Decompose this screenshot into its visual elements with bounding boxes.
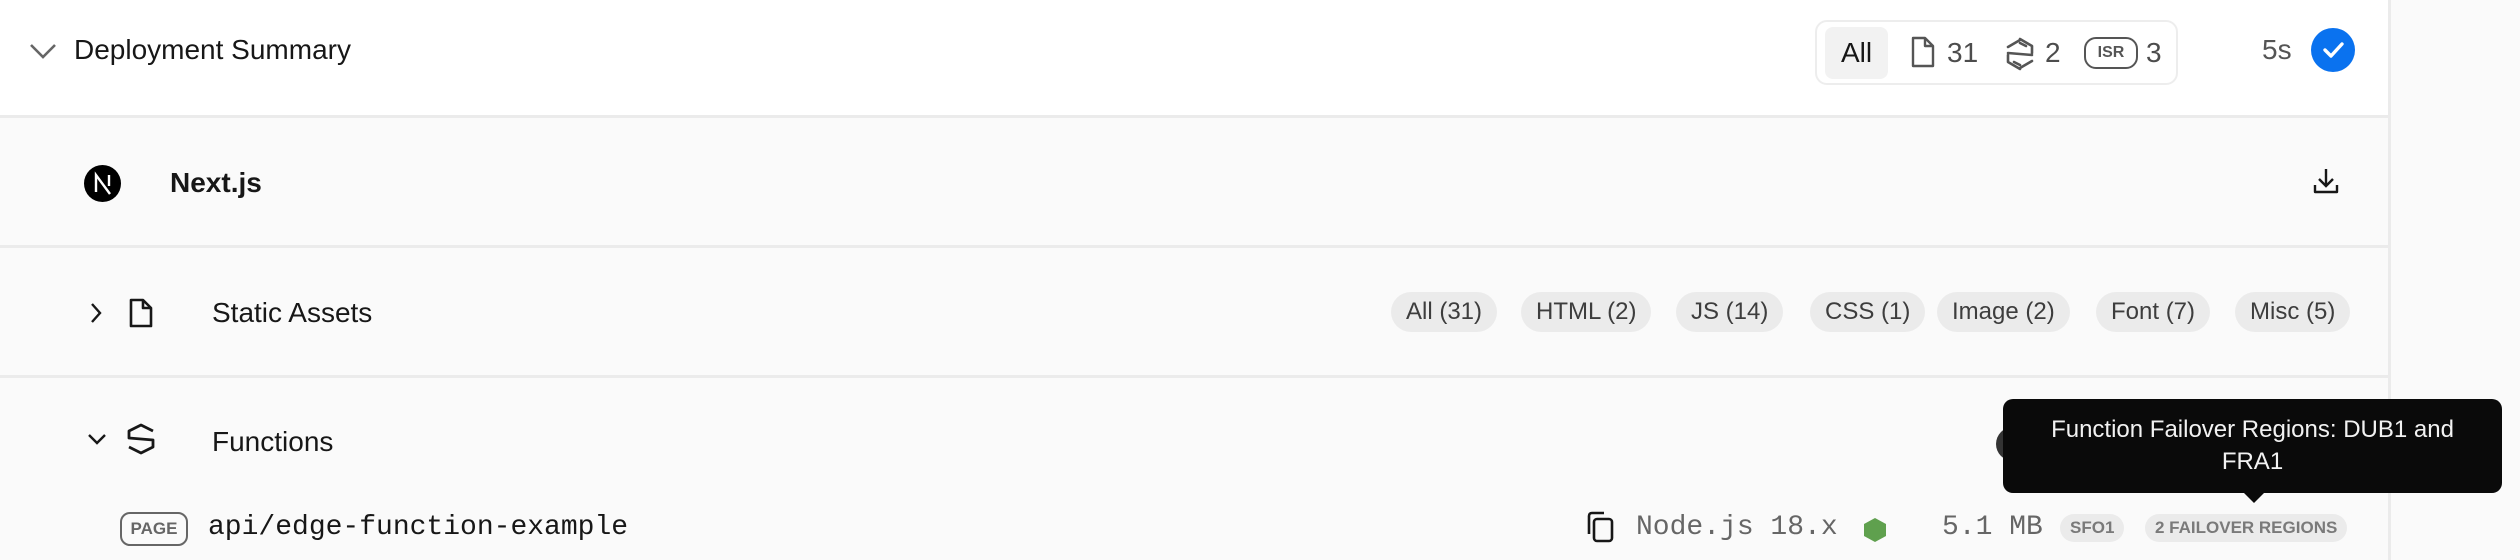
functions-title: Functions <box>212 426 334 457</box>
filter-all-button[interactable]: All <box>1825 27 1888 79</box>
isr-icon[interactable]: ISR <box>2084 37 2138 69</box>
chevron-down-icon[interactable] <box>86 431 108 447</box>
file-icon <box>128 297 154 329</box>
page-title: Deployment Summary <box>74 34 351 65</box>
resource-filter: All 31 2 ISR 3 <box>1815 20 2178 85</box>
failover-regions-tooltip: Function Failover Regions: DUB1 and FRA1 <box>2003 399 2502 493</box>
asset-filter-font[interactable]: Font (7) <box>2096 292 2211 332</box>
asset-filter-html[interactable]: HTML (2) <box>1521 292 1652 332</box>
download-icon[interactable] <box>2312 167 2340 195</box>
function-icon[interactable] <box>2005 37 2035 71</box>
tooltip-text: Function Failover Regions: DUB1 and FRA1 <box>2051 416 2454 475</box>
failover-regions-badge[interactable]: 2 FAILOVER REGIONS <box>2145 514 2348 542</box>
framework-row: Next.js <box>0 118 2388 248</box>
filter-isr-count[interactable]: 3 <box>2146 27 2162 79</box>
function-runtime: Node.js 18.x <box>1636 512 1838 543</box>
status-ready-icon <box>2311 28 2355 72</box>
build-duration: 5s <box>2262 34 2292 65</box>
file-icon[interactable] <box>1910 35 1936 69</box>
asset-filter-js[interactable]: JS (14) <box>1676 292 1784 332</box>
chevron-right-icon[interactable] <box>88 301 104 325</box>
function-icon <box>126 423 156 455</box>
region-badge: SFO1 <box>2060 514 2125 542</box>
nodejs-icon <box>1863 517 1887 543</box>
deployment-summary-header[interactable]: Deployment Summary All 31 2 ISR 3 5s <box>0 0 2388 118</box>
asset-filter-css[interactable]: CSS (1) <box>1810 292 1926 332</box>
nextjs-logo-icon <box>84 165 121 202</box>
tooltip-arrow <box>2243 492 2265 503</box>
function-route[interactable]: api/edge-function-example <box>208 512 628 543</box>
chevron-down-icon[interactable] <box>28 40 58 62</box>
asset-filter-image[interactable]: Image (2) <box>1937 292 2070 332</box>
static-assets-title: Static Assets <box>212 297 373 328</box>
copy-icon[interactable] <box>1585 510 1615 544</box>
asset-filter-misc[interactable]: Misc (5) <box>2235 292 2351 332</box>
filter-static-count[interactable]: 31 <box>1947 27 1978 79</box>
page-type-badge: PAGE <box>120 512 188 546</box>
asset-filter-all[interactable]: All (31) <box>1391 292 1498 332</box>
filter-functions-count[interactable]: 2 <box>2045 27 2061 79</box>
function-size: 5.1 MB <box>1942 512 2043 543</box>
framework-name: Next.js <box>170 167 262 198</box>
